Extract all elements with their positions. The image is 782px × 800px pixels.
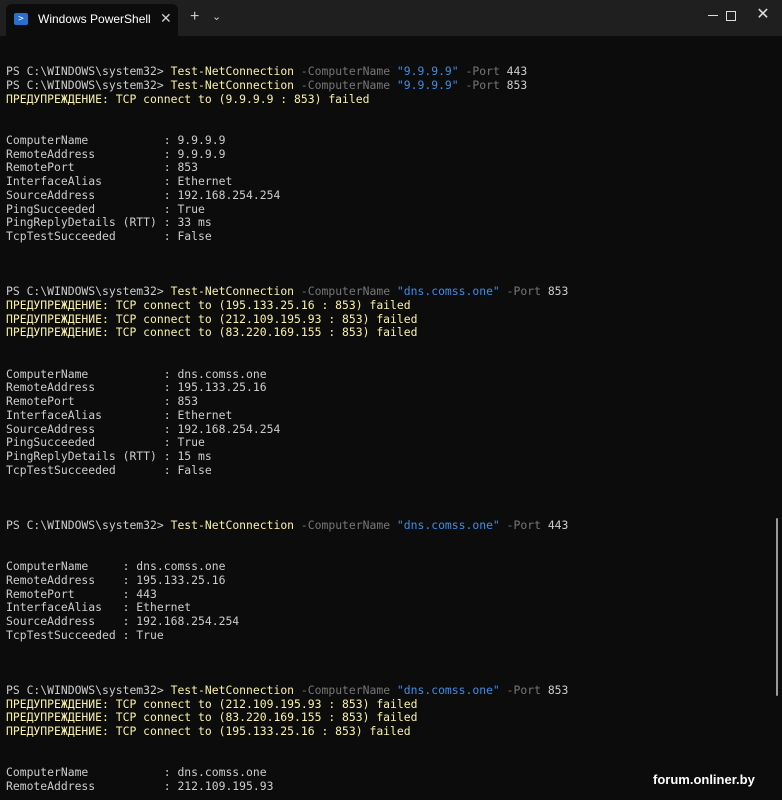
output-line: PingSucceeded : True — [6, 435, 205, 450]
parameter-value: 853 — [547, 284, 569, 298]
output-line: PingSucceeded : True — [6, 201, 205, 216]
output-line: TcpTestSucceeded : False — [6, 462, 212, 477]
terminal-output[interactable]: PS C:\WINDOWS\system32> Test-NetConnecti… — [0, 36, 782, 800]
powershell-icon: > — [14, 13, 28, 25]
warning-line: ПРЕДУПРЕЖДЕНИЕ: TCP connect to (212.109.… — [6, 311, 418, 326]
title-bar: > Windows PowerShell ✕ + ⌄ ✕ — [0, 0, 782, 36]
warning-line: ПРЕДУПРЕЖДЕНИЕ: TCP connect to (9.9.9.9 … — [6, 91, 370, 106]
command-line: PS C:\WINDOWS\system32> Test-NetConnecti… — [6, 284, 568, 298]
parameter-name: -ComputerName — [294, 682, 397, 697]
output-line: InterfaceAlias : Ethernet — [6, 407, 233, 422]
parameter-value: 853 — [547, 682, 569, 697]
parameter-name: -ComputerName — [294, 284, 397, 298]
prompt-text: PS C:\WINDOWS\system32> — [6, 77, 171, 92]
output-line: TcpTestSucceeded : True — [6, 627, 164, 642]
parameter-value: 443 — [547, 517, 569, 532]
prompt-text: PS C:\WINDOWS\system32> — [6, 682, 171, 697]
warning-line: ПРЕДУПРЕЖДЕНИЕ: TCP connect to (212.109.… — [6, 696, 418, 711]
command-line: PS C:\WINDOWS\system32> Test-NetConnecti… — [6, 518, 568, 532]
scrollbar[interactable] — [776, 518, 778, 696]
command-name: Test-NetConnection — [170, 77, 295, 92]
parameter-name: -ComputerName — [294, 77, 397, 92]
output-line: TcpTestSucceeded : False — [6, 229, 212, 243]
command-name: Test-NetConnection — [170, 517, 295, 532]
warning-line: ПРЕДУПРЕЖДЕНИЕ: TCP connect to (83.220.1… — [6, 710, 418, 725]
prompt-text: PS C:\WINDOWS\system32> — [6, 284, 171, 298]
output-line: ComputerName : dns.comss.one — [6, 559, 226, 573]
output-line: RemoteAddress : 195.133.25.16 — [6, 572, 226, 587]
output-line: ComputerName : 9.9.9.9 — [6, 132, 226, 147]
parameter-name: -Port — [458, 64, 507, 78]
maximize-icon — [726, 11, 736, 21]
output-line: SourceAddress : 192.168.254.254 — [6, 421, 281, 436]
command-line: PS C:\WINDOWS\system32> Test-NetConnecti… — [6, 683, 568, 697]
warning-line: ПРЕДУПРЕЖДЕНИЕ: TCP connect to (195.133.… — [6, 297, 411, 312]
output-line: ComputerName : dns.comss.one — [6, 765, 267, 780]
close-icon: ✕ — [756, 6, 770, 23]
output-line: RemotePort : 853 — [6, 394, 199, 408]
command-line: PS C:\WINDOWS\system32> Test-NetConnecti… — [6, 78, 527, 92]
output-line: ComputerName : dns.comss.one — [6, 366, 267, 381]
parameter-name: -ComputerName — [294, 517, 397, 532]
output-line: PingReplyDetails (RTT) : 15 ms — [6, 449, 212, 463]
watermark: forum.onliner.by — [653, 772, 755, 787]
parameter-name: -Port — [499, 284, 548, 298]
output-line: RemoteAddress : 212.109.195.93 — [6, 779, 274, 793]
output-line: RemotePort : 853 — [6, 160, 199, 175]
warning-line: ПРЕДУПРЕЖДЕНИЕ: TCP connect to (195.133.… — [6, 724, 411, 738]
close-window-button[interactable]: ✕ — [740, 0, 782, 32]
command-line: PS C:\WINDOWS\system32> Test-NetConnecti… — [6, 64, 527, 78]
chevron-down-icon[interactable]: ⌄ — [212, 10, 221, 23]
warning-line: ПРЕДУПРЕЖДЕНИЕ: TCP connect to (83.220.1… — [6, 325, 418, 340]
parameter-name: -Port — [458, 77, 507, 92]
parameter-value: "dns.comss.one" — [396, 284, 500, 298]
command-name: Test-NetConnection — [170, 682, 295, 697]
parameter-value: "9.9.9.9" — [396, 64, 459, 78]
command-name: Test-NetConnection — [170, 284, 295, 298]
parameter-value: "dns.comss.one" — [396, 517, 500, 532]
output-line: RemoteAddress : 195.133.25.16 — [6, 380, 267, 395]
output-line: PingReplyDetails (RTT) : 33 ms — [6, 215, 212, 230]
close-tab-button[interactable]: ✕ — [160, 10, 172, 27]
prompt-text: PS C:\WINDOWS\system32> — [6, 64, 171, 78]
tab-title: Windows PowerShell — [38, 12, 151, 26]
parameter-value: 853 — [506, 77, 528, 92]
output-line: InterfaceAlias : Ethernet — [6, 600, 192, 615]
parameter-value: "9.9.9.9" — [396, 77, 459, 92]
output-line: InterfaceAlias : Ethernet — [6, 174, 233, 188]
tab-windows-powershell[interactable]: > Windows PowerShell ✕ — [6, 4, 178, 36]
parameter-name: -Port — [499, 682, 548, 697]
output-line: SourceAddress : 192.168.254.254 — [6, 187, 281, 202]
parameter-value: "dns.comss.one" — [396, 682, 500, 697]
output-line: SourceAddress : 192.168.254.254 — [6, 614, 240, 628]
parameter-name: -ComputerName — [294, 64, 397, 78]
prompt-text: PS C:\WINDOWS\system32> — [6, 517, 171, 532]
command-name: Test-NetConnection — [170, 64, 295, 78]
parameter-name: -Port — [499, 517, 548, 532]
output-line: RemoteAddress : 9.9.9.9 — [6, 146, 226, 161]
new-tab-button[interactable]: + — [190, 8, 199, 26]
parameter-value: 443 — [506, 64, 528, 78]
output-line: RemotePort : 443 — [6, 586, 157, 601]
